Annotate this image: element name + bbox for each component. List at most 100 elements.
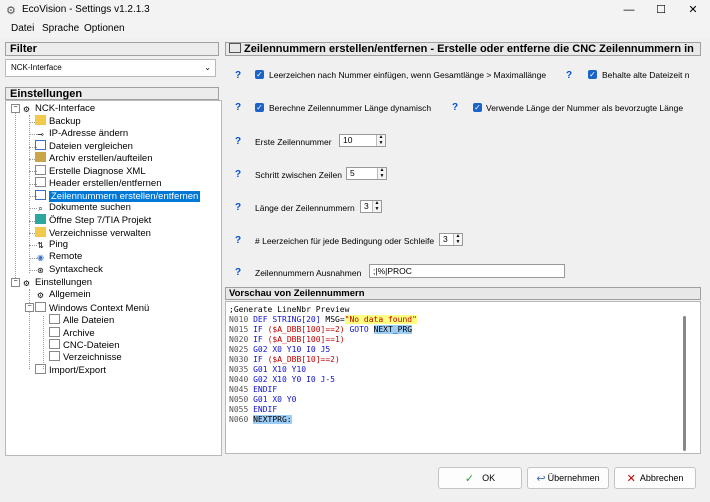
- menu-datei[interactable]: Datei: [11, 23, 34, 34]
- remote-icon: ◉: [37, 253, 44, 262]
- tree-item-cnc-dateien[interactable]: CNC-Dateien: [49, 339, 120, 351]
- expand-toggle-nck[interactable]: −: [11, 104, 20, 113]
- apply-button[interactable]: ↩ Übernehmen: [527, 467, 609, 489]
- tree-item-dateien-vergleichen[interactable]: Dateien vergleichen: [35, 140, 133, 152]
- window-icon: [49, 339, 60, 349]
- import-icon: [35, 364, 46, 374]
- checkbox-bevorzugte-laenge[interactable]: ✓: [473, 103, 482, 112]
- ok-button[interactable]: ✓ OK: [438, 467, 522, 489]
- spin-arrows-icon[interactable]: ▲ ▼: [376, 134, 385, 146]
- tree-item-import-export[interactable]: Import/Export: [35, 364, 106, 376]
- option-leerzeichen-label: Leerzeichen nach Nummer einfügen, wenn G…: [269, 70, 547, 80]
- filter-dropdown[interactable]: NCK-Interface ⌄: [5, 59, 216, 77]
- spin-arrows-icon[interactable]: ▲ ▼: [377, 167, 386, 179]
- tree-item-ip-adresse[interactable]: ⊸ IP-Adresse ändern: [35, 128, 128, 140]
- tree-item-einstellungen[interactable]: ⚙ Einstellungen: [21, 277, 92, 289]
- length-label: Länge der Zeilennummern: [255, 203, 355, 213]
- tree-item-header[interactable]: Header erstellen/entfernen: [35, 177, 162, 189]
- help-icon[interactable]: ?: [235, 267, 241, 278]
- checkbox-dynamisch[interactable]: ✓: [255, 103, 264, 112]
- maximize-button[interactable]: ☐: [646, 2, 676, 18]
- window-icon: [49, 327, 60, 337]
- expand-toggle-context-menu[interactable]: −: [25, 303, 34, 312]
- exclusions-input[interactable]: ;|%|PROC: [369, 264, 565, 278]
- tree-item-remote[interactable]: ◉ Remote: [35, 251, 82, 263]
- archive-icon: [35, 152, 46, 162]
- menu-icon: [35, 302, 46, 312]
- help-icon[interactable]: ?: [235, 102, 241, 113]
- tree-item-ping[interactable]: ⇅ Ping: [35, 239, 68, 251]
- exclusions-label: Zeilennummern Ausnahmen: [255, 268, 362, 278]
- help-icon[interactable]: ?: [235, 70, 241, 81]
- settings-tree-header: Einstellungen: [5, 87, 219, 100]
- tree-item-archive[interactable]: Archive: [49, 327, 95, 339]
- code-line: N045 ENDIF: [229, 385, 278, 394]
- gear-icon: ⚙: [22, 105, 31, 114]
- help-icon[interactable]: ?: [235, 202, 241, 213]
- expand-toggle-einstellungen[interactable]: −: [11, 278, 20, 287]
- help-icon[interactable]: ?: [235, 169, 241, 180]
- tree-item-nck-interface[interactable]: ⚙ NCK-Interface: [21, 103, 95, 115]
- preview-scrollbar[interactable]: [683, 316, 686, 451]
- checkbox-dateizeit[interactable]: ✓: [588, 70, 597, 79]
- filter-value: NCK-Interface: [11, 63, 62, 72]
- panel-icon: [229, 43, 241, 53]
- checkmark-icon: ✓: [464, 473, 475, 485]
- checkbox-leerzeichen[interactable]: ✓: [255, 70, 264, 79]
- tree-item-verzeichnisse[interactable]: Verzeichnisse: [49, 351, 122, 363]
- code-line: N050 G01 X0 Y0: [229, 395, 297, 404]
- tree-item-step7[interactable]: Öffne Step 7/TIA Projekt: [35, 214, 151, 226]
- gear-icon: ⚙: [22, 279, 31, 288]
- minimize-button[interactable]: —: [614, 2, 644, 18]
- ping-icon: ⇅: [37, 241, 44, 250]
- tree-item-allgemein[interactable]: ⚙ Allgemein: [35, 289, 91, 301]
- tree-item-verzeichnisse-verwalten[interactable]: Verzeichnisse verwalten: [35, 227, 151, 239]
- spin-arrows-icon[interactable]: ▲ ▼: [372, 200, 381, 212]
- help-icon[interactable]: ?: [235, 235, 241, 246]
- folder-icon: [35, 227, 46, 237]
- preview-header: Vorschau von Zeilennummern: [225, 287, 701, 300]
- xml-icon: [35, 165, 46, 175]
- code-line: N025 G02 X0 Y10 I0 J5: [229, 345, 331, 354]
- tree-item-archiv[interactable]: Archiv erstellen/aufteilen: [35, 152, 153, 164]
- code-line: N035 G01 X10 Y10: [229, 365, 307, 374]
- tree-item-backup[interactable]: Backup: [35, 115, 81, 127]
- spaces-stepper[interactable]: 3 ▲ ▼: [439, 233, 463, 246]
- check-icon: ⊛: [37, 266, 44, 275]
- close-button[interactable]: ✕: [678, 2, 708, 18]
- tree-item-zeilennummern[interactable]: Zeilennummern erstellen/entfernen: [35, 190, 201, 202]
- option-dynamisch-label: Berechne Zeilennummer Länge dynamisch: [269, 103, 432, 113]
- code-line: N015 IF ($A_DBB[100]==2) GOTO NEXT_PRG: [229, 325, 413, 334]
- cancel-button[interactable]: ✕ Abbrechen: [614, 467, 696, 489]
- tree-item-context-menu[interactable]: Windows Context Menü: [35, 302, 149, 314]
- code-preview[interactable]: ;Generate LineNbr Preview N010 DEF STRIN…: [225, 301, 701, 454]
- code-line: N060 NEXTPRG:: [229, 415, 292, 424]
- tree-item-syntaxcheck[interactable]: ⊛ Syntaxcheck: [35, 264, 103, 276]
- menu-sprache[interactable]: Sprache: [42, 23, 79, 34]
- help-icon[interactable]: ?: [235, 136, 241, 147]
- first-number-stepper[interactable]: 10 ▲ ▼: [339, 134, 386, 147]
- spin-arrows-icon[interactable]: ▲ ▼: [453, 233, 462, 245]
- code-line: N055 ENDIF: [229, 405, 278, 414]
- menu-bar: Datei Sprache Optionen: [0, 20, 710, 38]
- length-stepper[interactable]: 3 ▲ ▼: [360, 200, 382, 213]
- step-label: Schritt zwischen Zeilen: [255, 170, 342, 180]
- help-icon[interactable]: ?: [452, 102, 458, 113]
- window-icon: [49, 314, 60, 324]
- step-stepper[interactable]: 5 ▲ ▼: [346, 167, 387, 180]
- tree-item-diagnose-xml[interactable]: Erstelle Diagnose XML: [35, 165, 146, 177]
- settings-panel: ? ✓ Leerzeichen nach Nummer einfügen, we…: [225, 58, 701, 284]
- filter-header: Filter: [5, 42, 219, 56]
- numbers-icon: [35, 190, 46, 200]
- window-icon: [49, 351, 60, 361]
- tree-item-alle-dateien[interactable]: Alle Dateien: [49, 314, 114, 326]
- settings-tree: − − − ⚙ NCK-Interface Backup ⊸ IP-Adresse …: [5, 100, 222, 456]
- search-icon: ⌕: [38, 204, 43, 213]
- apply-icon: ↩: [536, 473, 546, 485]
- help-icon[interactable]: ?: [566, 70, 572, 81]
- page-title: Zeilennummern erstellen/entfernen - Erst…: [225, 42, 701, 56]
- tree-item-dokumente-suchen[interactable]: ⌕ Dokumente suchen: [35, 202, 131, 214]
- menu-optionen[interactable]: Optionen: [84, 23, 125, 34]
- option-dateizeit-label: Behalte alte Dateizeit n: [602, 70, 690, 80]
- cancel-icon: ✕: [626, 473, 636, 485]
